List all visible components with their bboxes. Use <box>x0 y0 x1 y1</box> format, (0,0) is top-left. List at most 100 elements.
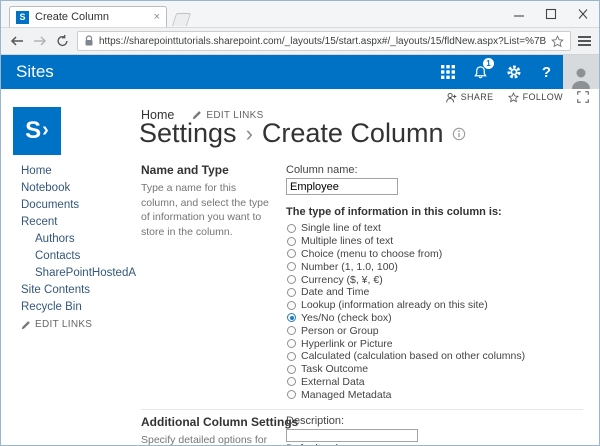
type-radio[interactable] <box>287 249 296 258</box>
section-additional-settings-title: Additional Column Settings <box>141 415 298 429</box>
type-option-label: External Data <box>301 376 365 388</box>
sidebar-item-authors[interactable]: Authors <box>21 233 136 250</box>
type-radio[interactable] <box>287 390 296 399</box>
type-option-row[interactable]: Single line of text <box>287 222 525 235</box>
type-option-row[interactable]: Hyperlink or Picture <box>287 337 525 350</box>
type-radio[interactable] <box>287 313 296 322</box>
column-type-label: The type of information in this column i… <box>286 206 502 218</box>
column-name-label: Column name: <box>286 164 358 176</box>
suite-bar-icons: 1 ? <box>431 55 599 89</box>
type-option-label: Currency ($, ¥, €) <box>301 274 383 286</box>
tab-close-icon[interactable]: × <box>154 12 160 23</box>
type-option-row[interactable]: Calculated (calculation based on other c… <box>287 350 525 363</box>
sidebar-item-recent[interactable]: Recent <box>21 216 136 233</box>
close-icon <box>576 8 590 20</box>
window-controls <box>503 1 599 27</box>
type-radio[interactable] <box>287 301 296 310</box>
sidebar-edit-links-label: EDIT LINKS <box>35 319 92 330</box>
tab-title: Create Column <box>35 11 148 23</box>
type-option-label: Number (1, 1.0, 100) <box>301 261 398 273</box>
follow-button[interactable]: FOLLOW <box>508 92 563 103</box>
type-option-label: Single line of text <box>301 222 381 234</box>
type-option-label: Date and Time <box>301 286 369 298</box>
back-button[interactable] <box>9 34 25 48</box>
sidebar-item-recycle-bin[interactable]: Recycle Bin <box>21 301 136 318</box>
page-title-settings[interactable]: Settings <box>139 118 237 149</box>
share-label: SHARE <box>461 92 494 102</box>
type-radio[interactable] <box>287 339 296 348</box>
forward-button[interactable] <box>32 34 48 48</box>
address-bar[interactable]: https://sharepointtutorials.sharepoint.c… <box>77 31 571 51</box>
type-radio[interactable] <box>287 288 296 297</box>
type-radio[interactable] <box>287 352 296 361</box>
type-option-label: Calculated (calculation based on other c… <box>301 350 525 362</box>
sidebar-edit-links-button[interactable]: EDIT LINKS <box>21 319 92 330</box>
maximize-icon <box>544 8 558 20</box>
suite-bar: Sites 1 <box>1 55 599 89</box>
secure-lock-icon[interactable] <box>84 35 94 47</box>
sidebar-item-site-contents[interactable]: Site Contents <box>21 284 136 301</box>
follow-label: FOLLOW <box>523 92 563 102</box>
sidebar-item-documents[interactable]: Documents <box>21 199 136 216</box>
type-radio[interactable] <box>287 326 296 335</box>
type-radio[interactable] <box>287 224 296 233</box>
column-type-options: Single line of text Multiple lines of te… <box>287 222 525 401</box>
browser-tab[interactable]: S Create Column × <box>9 6 167 27</box>
type-option-row[interactable]: Date and Time <box>287 286 525 299</box>
focus-on-content-button[interactable] <box>577 91 589 103</box>
app-launcher-button[interactable] <box>431 55 464 89</box>
type-option-row[interactable]: Lookup (information already on this site… <box>287 299 525 312</box>
page-command-row: SHARE FOLLOW <box>1 89 599 105</box>
help-icon: ? <box>542 64 551 81</box>
help-button[interactable]: ? <box>530 55 563 89</box>
close-button[interactable] <box>567 1 599 27</box>
type-option-row[interactable]: Choice (menu to choose from) <box>287 248 525 261</box>
browser-menu-icon[interactable] <box>578 36 591 46</box>
browser-titlebar: S Create Column × <box>1 1 599 27</box>
share-button[interactable]: SHARE <box>446 92 494 103</box>
sidebar-item-sharepointhostedapp[interactable]: SharePointHostedApp <box>21 267 136 284</box>
type-radio[interactable] <box>287 365 296 374</box>
page-content: S › Home EDIT LINKS Settings › Create Co… <box>1 105 599 446</box>
type-option-row[interactable]: Multiple lines of text <box>287 235 525 248</box>
type-radio[interactable] <box>287 275 296 284</box>
settings-button[interactable] <box>497 55 530 89</box>
new-tab-button[interactable] <box>172 13 191 26</box>
sidebar-item-contacts[interactable]: Contacts <box>21 250 136 267</box>
type-option-row[interactable]: Managed Metadata <box>287 388 525 401</box>
bookmark-star-icon[interactable] <box>551 35 564 48</box>
share-icon <box>446 92 457 103</box>
section-name-and-type-description: Type a name for this column, and select … <box>141 181 274 240</box>
type-radio[interactable] <box>287 262 296 271</box>
type-option-row[interactable]: Number (1, 1.0, 100) <box>287 260 525 273</box>
type-option-row[interactable]: Yes/No (check box) <box>287 312 525 325</box>
browser-toolbar: https://sharepointtutorials.sharepoint.c… <box>1 27 599 55</box>
type-option-label: Choice (menu to choose from) <box>301 248 442 260</box>
type-option-row[interactable]: Person or Group <box>287 324 525 337</box>
info-icon[interactable] <box>452 127 466 141</box>
description-textarea[interactable] <box>286 429 418 442</box>
sharepoint-favicon-icon: S <box>16 11 29 24</box>
section-name-and-type-title: Name and Type <box>141 163 229 177</box>
type-radio[interactable] <box>287 237 296 246</box>
type-option-row[interactable]: Currency ($, ¥, €) <box>287 273 525 286</box>
refresh-button[interactable] <box>55 34 70 48</box>
maximize-button[interactable] <box>535 1 567 27</box>
type-radio[interactable] <box>287 377 296 386</box>
notifications-button[interactable]: 1 <box>464 55 497 89</box>
sidebar-item-home[interactable]: Home <box>21 165 136 182</box>
type-option-label: Lookup (information already on this site… <box>301 299 488 311</box>
user-avatar[interactable] <box>563 55 599 89</box>
site-logo[interactable]: S › <box>13 107 61 155</box>
page-title: Settings › Create Column <box>139 118 466 149</box>
column-name-input[interactable] <box>286 178 398 195</box>
url-text[interactable]: https://sharepointtutorials.sharepoint.c… <box>99 36 546 47</box>
minimize-button[interactable] <box>503 1 535 27</box>
site-logo-letter: S <box>25 117 41 145</box>
notification-badge: 1 <box>483 58 494 69</box>
forward-arrow-icon <box>32 34 48 48</box>
type-option-row[interactable]: External Data <box>287 376 525 389</box>
suite-bar-title[interactable]: Sites <box>1 62 54 82</box>
type-option-row[interactable]: Task Outcome <box>287 363 525 376</box>
sidebar-item-notebook[interactable]: Notebook <box>21 182 136 199</box>
